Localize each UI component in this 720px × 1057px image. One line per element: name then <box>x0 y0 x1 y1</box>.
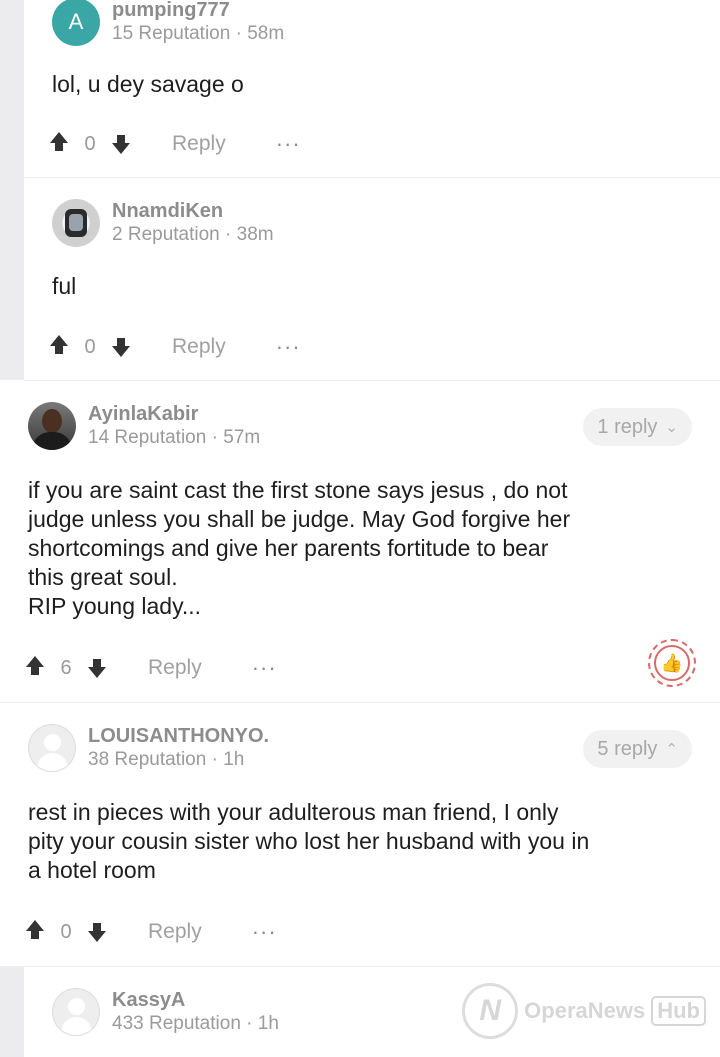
comment-text: if you are saint cast the first stone sa… <box>28 476 680 621</box>
comment-meta: NnamdiKen 2 Reputation · 38m <box>112 199 274 247</box>
more-options-icon[interactable]: ··· <box>252 655 277 681</box>
watermark-hub: Hub <box>651 996 706 1026</box>
reply-button[interactable]: Reply <box>172 335 226 359</box>
reputation: 2 Reputation <box>112 224 220 245</box>
reputation-line: 15 Reputation · 58m <box>112 23 285 44</box>
reputation: 38 Reputation <box>88 749 207 770</box>
operanews-logo-icon: N <box>462 983 519 1039</box>
reply-button[interactable]: Reply <box>148 920 202 944</box>
reputation: 15 Reputation <box>112 23 231 44</box>
avatar[interactable]: A <box>52 0 100 46</box>
vote-count: 0 <box>84 335 96 358</box>
timestamp: 38m <box>236 224 274 245</box>
comment-header: AyinlaKabir 14 Reputation · 57m <box>28 402 260 450</box>
comment-text-line: shortcomings and give her parents fortit… <box>28 535 549 561</box>
reputation: 14 Reputation <box>88 427 207 448</box>
comment-text: ful <box>52 273 77 299</box>
comment-header: KassyA 433 Reputation · 1h <box>52 988 279 1036</box>
upvote-icon[interactable] <box>24 656 46 680</box>
replies-toggle-button[interactable]: 5 reply ⌃ <box>583 730 692 768</box>
chevron-up-icon: ⌃ <box>665 741 678 758</box>
reply-button[interactable]: Reply <box>148 656 202 680</box>
comment-actions: 0 Reply ··· <box>24 917 277 947</box>
comment: LOUISANTHONYO. 38 Reputation · 1h 5 repl… <box>0 703 720 967</box>
comment-actions: 0 Reply ··· <box>48 332 301 362</box>
downvote-icon[interactable] <box>86 920 108 944</box>
username[interactable]: LOUISANTHONYO. <box>88 724 269 748</box>
comment-reply: NnamdiKen 2 Reputation · 38m ful 0 Reply… <box>24 178 720 381</box>
reputation: 433 Reputation <box>112 1013 241 1034</box>
downvote-icon[interactable] <box>110 132 132 156</box>
reply-indent-strip <box>0 966 24 1057</box>
comment-text-line: this great soul. <box>28 564 178 590</box>
avatar-letter: A <box>68 9 84 34</box>
operanews-watermark: N OperaNews Hub <box>462 983 706 1039</box>
upvote-icon[interactable] <box>48 335 70 359</box>
avatar[interactable] <box>28 724 76 772</box>
reputation-line: 2 Reputation · 38m <box>112 224 274 245</box>
reputation-line: 433 Reputation · 1h <box>112 1013 279 1034</box>
replies-toggle-button[interactable]: 1 reply ⌄ <box>583 408 692 446</box>
comment-meta: pumping777 15 Reputation · 58m <box>112 0 284 46</box>
downvote-icon[interactable] <box>86 656 108 680</box>
more-options-icon[interactable]: ··· <box>276 131 301 157</box>
avatar[interactable] <box>28 402 76 450</box>
timestamp: 1h <box>223 749 245 770</box>
comment-meta: AyinlaKabir 14 Reputation · 57m <box>88 402 260 450</box>
comment-text-line: judge unless you shall be judge. May God… <box>28 506 571 532</box>
comment-text-line: pity your cousin sister who lost her hus… <box>28 828 590 854</box>
timestamp: 58m <box>247 23 285 44</box>
timestamp: 1h <box>257 1013 279 1034</box>
comment-actions: 6 Reply ··· <box>24 653 277 683</box>
comment-text-line: if you are saint cast the first stone sa… <box>28 477 568 503</box>
top-comment-badge: 👍 <box>648 639 696 687</box>
comment-text: rest in pieces with your adulterous man … <box>28 798 680 885</box>
reply-button[interactable]: Reply <box>172 132 226 156</box>
avatar[interactable] <box>52 988 100 1036</box>
vote-count: 6 <box>60 656 72 679</box>
comment-actions: 0 Reply ··· <box>48 129 301 159</box>
upvote-icon[interactable] <box>48 132 70 156</box>
username[interactable]: NnamdiKen <box>112 199 274 223</box>
vote-count: 0 <box>84 132 96 155</box>
username[interactable]: AyinlaKabir <box>88 402 260 426</box>
comment-text-line: a hotel room <box>28 857 156 883</box>
upvote-icon[interactable] <box>24 920 46 944</box>
comment-text-line: rest in pieces with your adulterous man … <box>28 799 559 825</box>
comment-header: LOUISANTHONYO. 38 Reputation · 1h <box>28 724 269 772</box>
comment-header: NnamdiKen 2 Reputation · 38m <box>52 199 274 247</box>
thumbs-up-icon: 👍 <box>654 645 690 681</box>
vote-count: 0 <box>60 920 72 943</box>
more-options-icon[interactable]: ··· <box>276 334 301 360</box>
replies-count: 1 reply <box>597 415 658 438</box>
watermark-brand: OperaNews <box>524 998 646 1023</box>
downvote-icon[interactable] <box>110 335 132 359</box>
reply-indent-strip <box>0 0 24 380</box>
comment-text-line: RIP young lady... <box>28 593 202 619</box>
avatar[interactable] <box>52 199 100 247</box>
comment-meta: KassyA 433 Reputation · 1h <box>112 988 279 1036</box>
comment-reply: A pumping777 15 Reputation · 58m lol, u … <box>24 0 720 178</box>
replies-count: 5 reply <box>597 737 658 760</box>
chevron-down-icon: ⌄ <box>665 419 678 436</box>
timestamp: 57m <box>223 427 261 448</box>
comment-meta: LOUISANTHONYO. 38 Reputation · 1h <box>88 724 269 772</box>
username[interactable]: KassyA <box>112 988 279 1012</box>
more-options-icon[interactable]: ··· <box>252 919 277 945</box>
comment-header: A pumping777 15 Reputation · 58m <box>52 0 284 46</box>
comment-text: lol, u dey savage o <box>52 71 244 97</box>
reputation-line: 14 Reputation · 57m <box>88 427 261 448</box>
reputation-line: 38 Reputation · 1h <box>88 749 245 770</box>
username[interactable]: pumping777 <box>112 0 284 22</box>
comment: AyinlaKabir 14 Reputation · 57m 1 reply … <box>0 381 720 703</box>
